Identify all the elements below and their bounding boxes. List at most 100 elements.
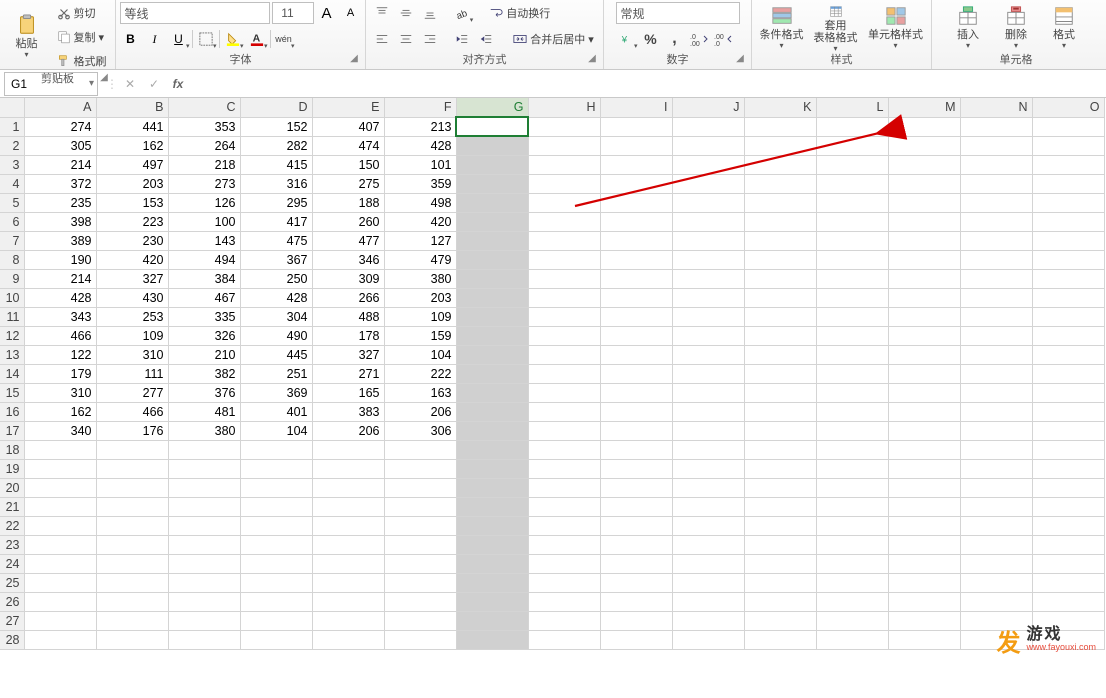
cell-L26[interactable]: [816, 592, 888, 611]
column-header-B[interactable]: B: [96, 98, 168, 117]
insert-button[interactable]: 插入 ▾: [946, 3, 990, 53]
cell-M3[interactable]: [888, 155, 960, 174]
column-header-J[interactable]: J: [672, 98, 744, 117]
cell-D27[interactable]: [240, 611, 312, 630]
cell-F10[interactable]: 203: [384, 288, 456, 307]
cell-I14[interactable]: [600, 364, 672, 383]
cell-K2[interactable]: [744, 136, 816, 155]
cell-G5[interactable]: [456, 193, 528, 212]
align-middle-button[interactable]: [395, 2, 417, 24]
cell-N3[interactable]: [960, 155, 1032, 174]
row-header-24[interactable]: 24: [0, 554, 24, 573]
cell-G1[interactable]: [456, 117, 528, 136]
cell-F3[interactable]: 101: [384, 155, 456, 174]
cell-H1[interactable]: [528, 117, 600, 136]
cell-D14[interactable]: 251: [240, 364, 312, 383]
conditional-format-button[interactable]: 条件格式 ▾: [760, 3, 804, 53]
cell-L22[interactable]: [816, 516, 888, 535]
cell-K24[interactable]: [744, 554, 816, 573]
cell-J28[interactable]: [672, 630, 744, 649]
cell-B1[interactable]: 441: [96, 117, 168, 136]
format-button[interactable]: 格式 ▾: [1042, 3, 1086, 53]
cell-F1[interactable]: 213: [384, 117, 456, 136]
cell-M13[interactable]: [888, 345, 960, 364]
cell-O26[interactable]: [1032, 592, 1104, 611]
wrap-text-button[interactable]: 自动换行: [485, 2, 554, 24]
cell-D16[interactable]: 401: [240, 402, 312, 421]
column-header-C[interactable]: C: [168, 98, 240, 117]
cell-F28[interactable]: [384, 630, 456, 649]
cell-O17[interactable]: [1032, 421, 1104, 440]
cell-I18[interactable]: [600, 440, 672, 459]
cell-N22[interactable]: [960, 516, 1032, 535]
cell-N12[interactable]: [960, 326, 1032, 345]
cell-K6[interactable]: [744, 212, 816, 231]
cell-A18[interactable]: [24, 440, 96, 459]
cell-C28[interactable]: [168, 630, 240, 649]
cell-I8[interactable]: [600, 250, 672, 269]
cell-K15[interactable]: [744, 383, 816, 402]
cell-A22[interactable]: [24, 516, 96, 535]
cell-E6[interactable]: 260: [312, 212, 384, 231]
row-header-3[interactable]: 3: [0, 155, 24, 174]
dialog-launcher-icon[interactable]: ◢: [585, 53, 599, 67]
cell-D6[interactable]: 417: [240, 212, 312, 231]
row-header-27[interactable]: 27: [0, 611, 24, 630]
cell-L23[interactable]: [816, 535, 888, 554]
column-header-K[interactable]: K: [744, 98, 816, 117]
cell-O4[interactable]: [1032, 174, 1104, 193]
cell-A16[interactable]: 162: [24, 402, 96, 421]
cell-L19[interactable]: [816, 459, 888, 478]
cell-C6[interactable]: 100: [168, 212, 240, 231]
format-painter-button[interactable]: 格式刷: [53, 50, 111, 72]
cell-B19[interactable]: [96, 459, 168, 478]
cell-F11[interactable]: 109: [384, 307, 456, 326]
delete-button[interactable]: 删除 ▾: [994, 3, 1038, 53]
cell-E10[interactable]: 266: [312, 288, 384, 307]
row-header-13[interactable]: 13: [0, 345, 24, 364]
cell-J23[interactable]: [672, 535, 744, 554]
cell-F18[interactable]: [384, 440, 456, 459]
cell-K19[interactable]: [744, 459, 816, 478]
cell-H16[interactable]: [528, 402, 600, 421]
cell-B16[interactable]: 466: [96, 402, 168, 421]
cell-A23[interactable]: [24, 535, 96, 554]
cell-O2[interactable]: [1032, 136, 1104, 155]
cell-M14[interactable]: [888, 364, 960, 383]
comma-button[interactable]: ,: [664, 28, 686, 50]
increase-decimal-button[interactable]: .0.00: [688, 28, 710, 50]
cell-L24[interactable]: [816, 554, 888, 573]
cell-F19[interactable]: [384, 459, 456, 478]
cell-L18[interactable]: [816, 440, 888, 459]
cell-C18[interactable]: [168, 440, 240, 459]
spreadsheet-grid[interactable]: ABCDEFGHIJKLMNO1274441353152407213230516…: [0, 98, 1106, 650]
cell-C15[interactable]: 376: [168, 383, 240, 402]
cell-G23[interactable]: [456, 535, 528, 554]
cell-B27[interactable]: [96, 611, 168, 630]
cell-E13[interactable]: 327: [312, 345, 384, 364]
cell-N6[interactable]: [960, 212, 1032, 231]
cell-H26[interactable]: [528, 592, 600, 611]
cell-F2[interactable]: 428: [384, 136, 456, 155]
cell-J2[interactable]: [672, 136, 744, 155]
cell-I13[interactable]: [600, 345, 672, 364]
cell-H11[interactable]: [528, 307, 600, 326]
cell-C27[interactable]: [168, 611, 240, 630]
cell-I24[interactable]: [600, 554, 672, 573]
cell-K1[interactable]: [744, 117, 816, 136]
cell-I15[interactable]: [600, 383, 672, 402]
cell-N16[interactable]: [960, 402, 1032, 421]
cell-F4[interactable]: 359: [384, 174, 456, 193]
cell-O12[interactable]: [1032, 326, 1104, 345]
cell-E2[interactable]: 474: [312, 136, 384, 155]
cell-H3[interactable]: [528, 155, 600, 174]
cell-I19[interactable]: [600, 459, 672, 478]
cell-D24[interactable]: [240, 554, 312, 573]
cell-B28[interactable]: [96, 630, 168, 649]
cell-A9[interactable]: 214: [24, 269, 96, 288]
cell-J7[interactable]: [672, 231, 744, 250]
cell-D7[interactable]: 475: [240, 231, 312, 250]
cell-H20[interactable]: [528, 478, 600, 497]
cell-E14[interactable]: 271: [312, 364, 384, 383]
currency-button[interactable]: ¥: [616, 28, 638, 50]
